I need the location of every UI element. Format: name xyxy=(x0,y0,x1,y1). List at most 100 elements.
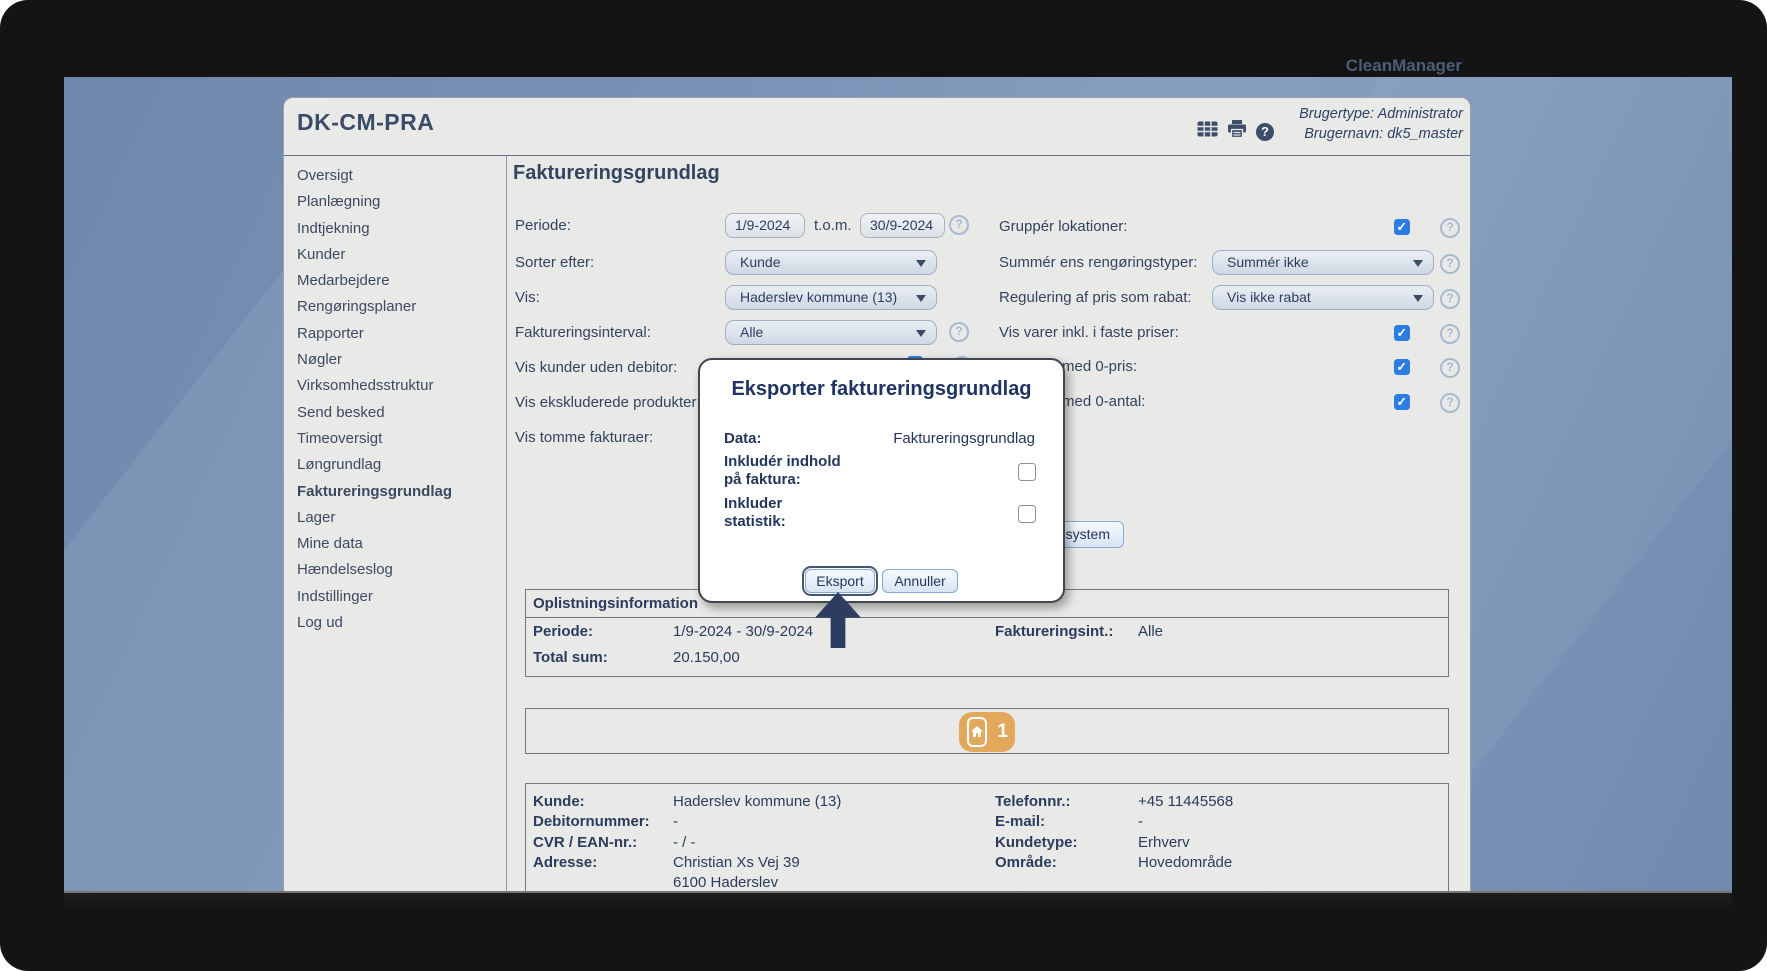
interval-help-icon[interactable]: ? xyxy=(949,322,969,342)
tomme-label: Vis tomme fakturaer: xyxy=(515,429,653,446)
regulering-dropdown[interactable]: Vis ikke rabat xyxy=(1212,285,1434,310)
user-type: Brugertype: Administrator xyxy=(1299,105,1463,125)
summary-total-label: Total sum: xyxy=(533,649,608,666)
sidebar-item-haendelseslog[interactable]: Hændelseslog xyxy=(284,557,506,583)
screenshot-frame: CleanManager CleanManager DK-CM-PRA ? Br… xyxy=(0,0,1767,971)
bottom-dark-strip xyxy=(64,891,1732,907)
cancel-button[interactable]: Annuller xyxy=(882,569,958,593)
sidebar-item-indstillinger[interactable]: Indstillinger xyxy=(284,584,506,610)
faste-priser-help-icon[interactable]: ? xyxy=(1440,324,1460,344)
location-pager-button[interactable]: 1 xyxy=(959,712,1015,752)
app-header: DK-CM-PRA ? Brugertype: Administrator Br… xyxy=(284,98,1470,156)
sidebar-item-virksomhedsstruktur[interactable]: Virksomhedsstruktur xyxy=(284,373,506,399)
interval-dropdown[interactable]: Alle xyxy=(725,320,937,345)
sidebar-item-loengrundlag[interactable]: Løngrundlag xyxy=(284,452,506,478)
chevron-down-icon xyxy=(916,260,926,267)
nul-antal-label: med 0-antal: xyxy=(1062,393,1145,410)
cvr-value: - / - xyxy=(673,834,696,851)
periode-help-icon[interactable]: ? xyxy=(949,215,969,235)
export-button[interactable]: Eksport xyxy=(805,569,875,593)
summary-periode-label: Periode: xyxy=(533,623,593,640)
summary-periode-value: 1/9-2024 - 30/9-2024 xyxy=(673,623,813,640)
include-content-checkbox[interactable] xyxy=(1018,463,1036,481)
sidebar-item-timeoversigt[interactable]: Timeoversigt xyxy=(284,426,506,452)
nul-pris-checkbox[interactable] xyxy=(1394,359,1410,375)
debitor-value: - xyxy=(673,813,678,830)
sidebar-item-send-besked[interactable]: Send besked xyxy=(284,400,506,426)
help-icon[interactable]: ? xyxy=(1256,123,1274,141)
summer-help-icon[interactable]: ? xyxy=(1440,254,1460,274)
omrade-label: Område: xyxy=(995,854,1057,871)
pager-box: 1 xyxy=(525,708,1449,754)
regulering-label: Regulering af pris som rabat: xyxy=(999,289,1192,306)
omrade-value: Hovedområde xyxy=(1138,854,1232,871)
summary-interval-value: Alle xyxy=(1138,623,1163,640)
email-label: E-mail: xyxy=(995,813,1045,830)
adresse-line2: 6100 Haderslev xyxy=(673,874,778,891)
table-icon[interactable] xyxy=(1197,121,1218,142)
regulering-help-icon[interactable]: ? xyxy=(1440,289,1460,309)
nul-pris-help-icon[interactable]: ? xyxy=(1440,358,1460,378)
adresse-line1: Christian Xs Vej 39 xyxy=(673,854,800,871)
kundetype-value: Erhverv xyxy=(1138,834,1190,851)
summary-interval-label: Faktureringsint.: xyxy=(995,623,1113,640)
kundetype-label: Kundetype: xyxy=(995,834,1078,851)
periode-label: Periode: xyxy=(515,217,571,234)
sidebar-item-mine-data[interactable]: Mine data xyxy=(284,531,506,557)
pager-count: 1 xyxy=(997,721,1008,743)
summer-label: Summér ens rengøringstyper: xyxy=(999,254,1197,271)
sidebar-item-oversigt[interactable]: Oversigt xyxy=(284,163,506,189)
include-content-label: Inkludér indhold på faktura: xyxy=(724,453,841,488)
telefon-value: +45 11445568 xyxy=(1138,793,1233,810)
chevron-down-icon xyxy=(1413,295,1423,302)
grupper-help-icon[interactable]: ? xyxy=(1440,218,1460,238)
nul-antal-checkbox[interactable] xyxy=(1394,394,1410,410)
telefon-label: Telefonnr.: xyxy=(995,793,1071,810)
sidebar-item-rapporter[interactable]: Rapporter xyxy=(284,321,506,347)
page-title: Faktureringsgrundlag xyxy=(513,162,720,185)
ekskluderede-label: Vis ekskluderede produkter: xyxy=(515,394,701,411)
interval-label: Faktureringsinterval: xyxy=(515,324,651,341)
kunde-label: Kunde: xyxy=(533,793,585,810)
kunde-value: Haderslev kommune (13) xyxy=(673,793,841,810)
grupper-checkbox[interactable] xyxy=(1394,219,1410,235)
periode-from-input[interactable]: 1/9-2024 xyxy=(725,213,805,238)
customer-box: Kunde: Haderslev kommune (13) Debitornum… xyxy=(525,783,1449,893)
sidebar: Oversigt Planlægning Indtjekning Kunder … xyxy=(284,156,506,893)
chevron-down-icon xyxy=(916,330,926,337)
sorter-dropdown[interactable]: Kunde xyxy=(725,250,937,275)
include-stats-label: Inkluder statistik: xyxy=(724,495,786,530)
faste-priser-label: Vis varer inkl. i faste priser: xyxy=(999,324,1179,341)
data-label: Data: xyxy=(724,430,762,448)
print-icon[interactable] xyxy=(1227,120,1247,143)
sidebar-item-noegler[interactable]: Nøgler xyxy=(284,347,506,373)
sidebar-item-rengoeringsplaner[interactable]: Rengøringsplaner xyxy=(284,294,506,320)
nul-antal-help-icon[interactable]: ? xyxy=(1440,393,1460,413)
debitor-label: Debitornummer: xyxy=(533,813,650,830)
sidebar-item-log-ud[interactable]: Log ud xyxy=(284,610,506,636)
summer-dropdown[interactable]: Summér ikke xyxy=(1212,250,1434,275)
include-stats-checkbox[interactable] xyxy=(1018,505,1036,523)
sidebar-item-lager[interactable]: Lager xyxy=(284,505,506,531)
periode-tom-label: t.o.m. xyxy=(814,217,852,234)
sidebar-item-faktureringsgrundlag[interactable]: Faktureringsgrundlag xyxy=(284,479,506,505)
clipped-logo-text: CleanManager xyxy=(1346,56,1462,76)
sidebar-item-planlaegning[interactable]: Planlægning xyxy=(284,189,506,215)
export-dialog-title: Eksporter faktureringsgrundlag xyxy=(700,378,1063,401)
adresse-label: Adresse: xyxy=(533,854,597,871)
sidebar-item-kunder[interactable]: Kunder xyxy=(284,242,506,268)
sidebar-item-medarbejdere[interactable]: Medarbejdere xyxy=(284,268,506,294)
vis-label: Vis: xyxy=(515,289,540,306)
periode-to-input[interactable]: 30/9-2024 xyxy=(860,213,945,238)
email-value: - xyxy=(1138,813,1143,830)
app-title: DK-CM-PRA xyxy=(297,109,434,136)
sorter-label: Sorter efter: xyxy=(515,254,594,271)
nul-pris-label: med 0-pris: xyxy=(1062,358,1137,375)
vis-dropdown[interactable]: Haderslev kommune (13) xyxy=(725,285,937,310)
uden-debitor-label: Vis kunder uden debitor: xyxy=(515,359,677,376)
sidebar-item-indtjekning[interactable]: Indtjekning xyxy=(284,216,506,242)
chevron-down-icon xyxy=(916,295,926,302)
export-dialog: Eksporter faktureringsgrundlag Data: Fak… xyxy=(698,358,1065,603)
grupper-label: Gruppér lokationer: xyxy=(999,218,1127,235)
faste-priser-checkbox[interactable] xyxy=(1394,325,1410,341)
